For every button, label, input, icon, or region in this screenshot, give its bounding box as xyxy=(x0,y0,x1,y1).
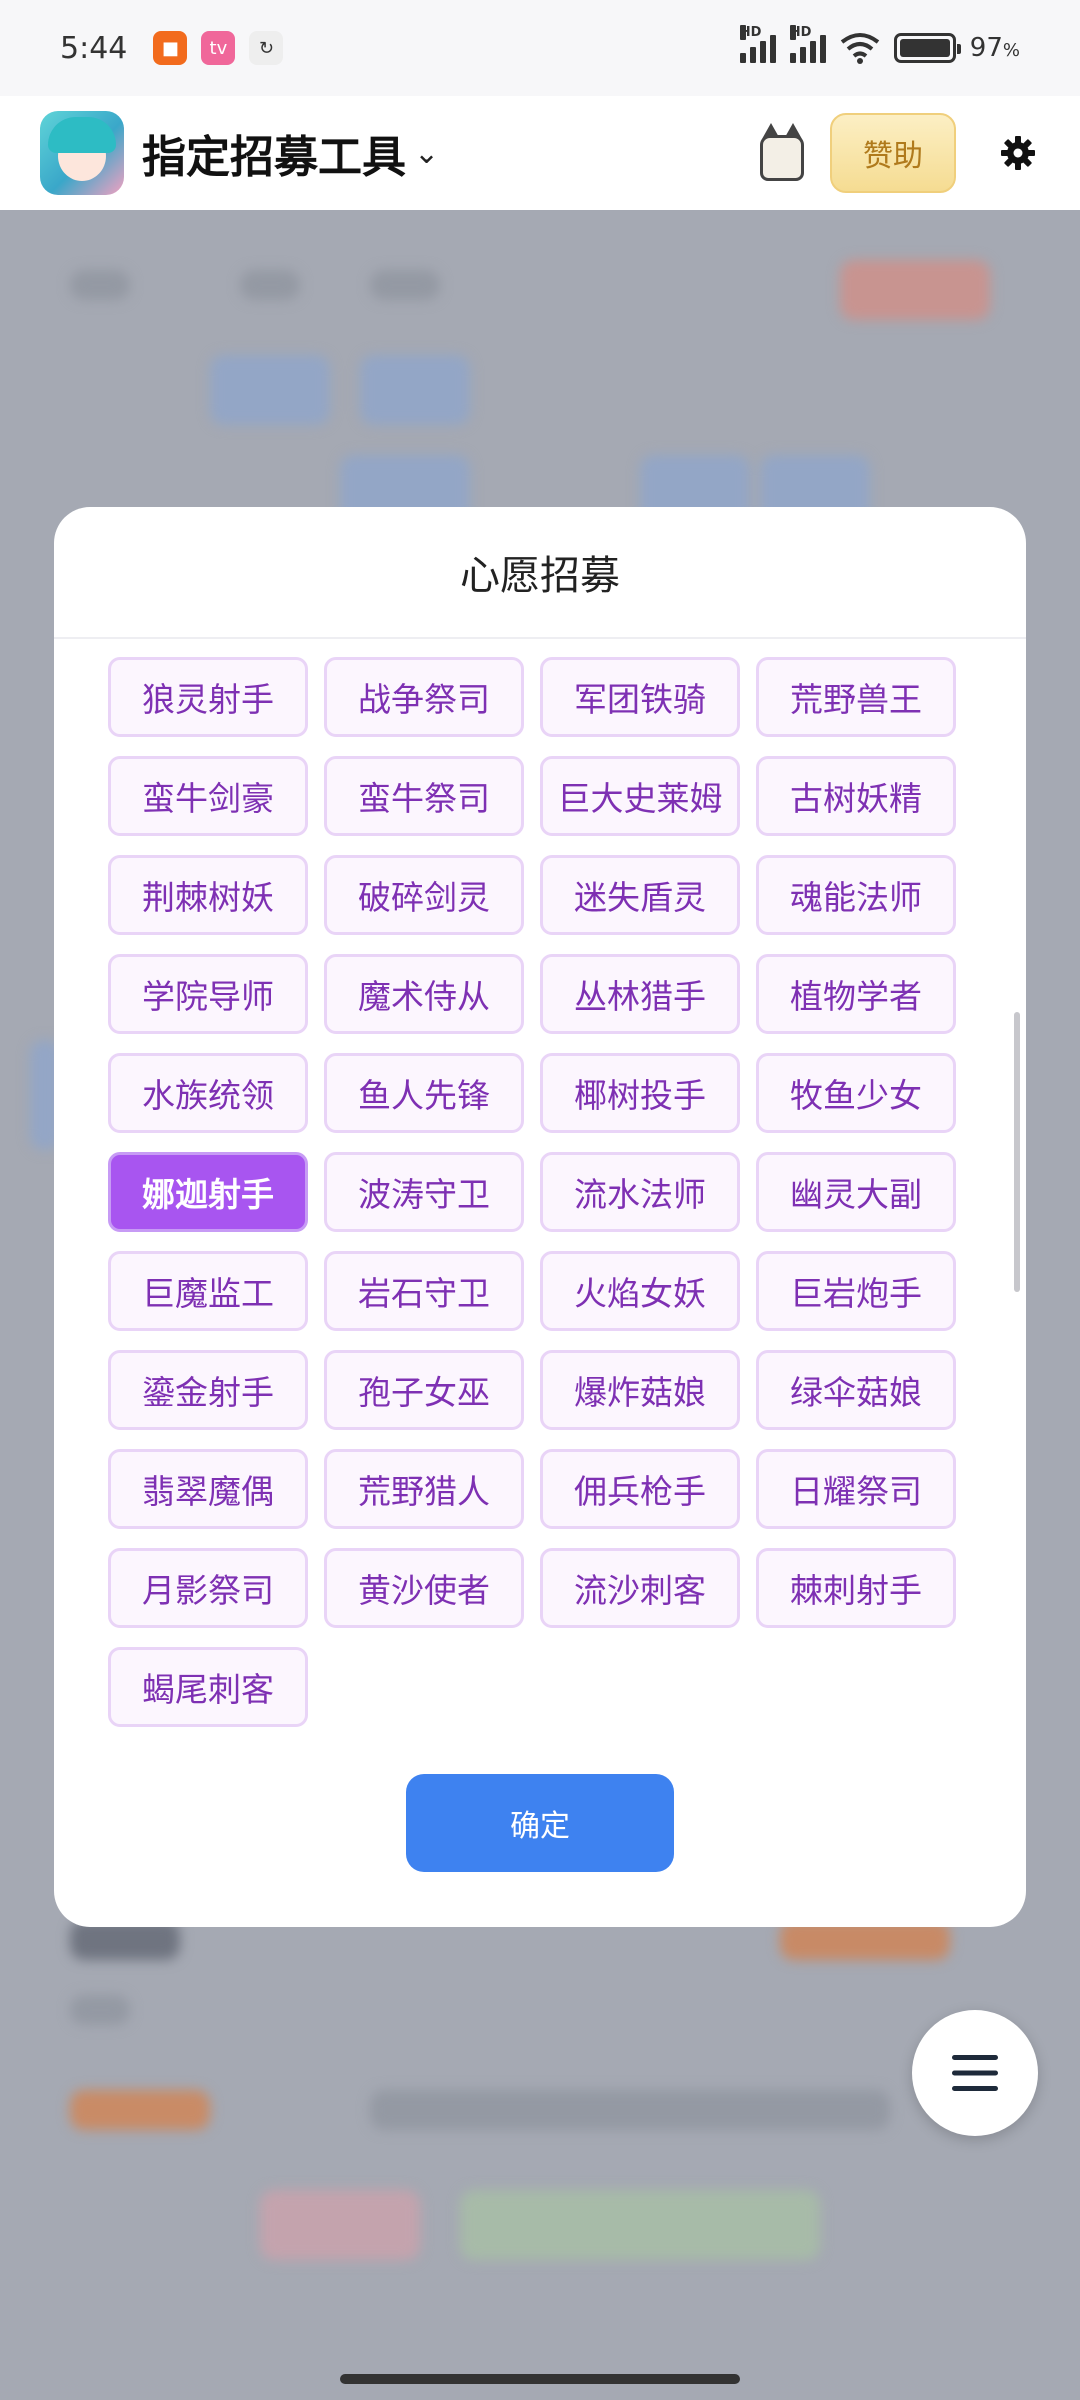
chevron-down-icon[interactable]: ⌄ xyxy=(414,136,439,171)
scrollbar[interactable] xyxy=(1014,1012,1020,1292)
recruit-option-chip[interactable]: 蛮牛祭司 xyxy=(324,756,524,836)
recruit-option-chip[interactable]: 蝎尾刺客 xyxy=(108,1647,308,1727)
bilibili-icon: tv xyxy=(201,31,236,65)
menu-fab[interactable] xyxy=(912,2010,1038,2136)
recruit-option-chip[interactable]: 孢子女巫 xyxy=(324,1350,524,1430)
pixel-cat-icon[interactable] xyxy=(744,115,820,191)
video-app-icon: ■ xyxy=(153,31,188,65)
recruit-option-chip[interactable]: 佣兵枪手 xyxy=(540,1449,740,1529)
status-time: 5:44 xyxy=(60,30,128,66)
battery-level: 97 xyxy=(969,33,1003,63)
recruit-option-chip[interactable]: 月影祭司 xyxy=(108,1548,308,1628)
recruit-option-chip[interactable]: 学院导师 xyxy=(108,954,308,1034)
recruit-option-chip[interactable]: 植物学者 xyxy=(756,954,956,1034)
recruit-option-chip[interactable]: 荆棘树妖 xyxy=(108,855,308,935)
recruit-option-chip[interactable]: 水族统领 xyxy=(108,1053,308,1133)
recruit-options-grid: 狼灵射手 战争祭司 军团铁骑 荒野兽王蛮牛剑豪 蛮牛祭司 巨大史莱姆 古树妖精荆棘树妖 破碎剑… xyxy=(108,657,972,1727)
recruit-option-chip[interactable]: 鱼人先锋 xyxy=(324,1053,524,1133)
tool-title[interactable]: 指定招募工具 xyxy=(142,121,406,185)
recruit-option-chip[interactable]: 黄沙使者 xyxy=(324,1548,524,1628)
recruit-option-chip[interactable]: 魔术侍从 xyxy=(324,954,524,1034)
recruit-option-chip[interactable]: 荒野猎人 xyxy=(324,1449,524,1529)
recruit-option-chip[interactable]: 战争祭司 xyxy=(324,657,524,737)
sponsor-button[interactable]: 赞助 xyxy=(830,113,956,193)
gear-icon[interactable] xyxy=(996,131,1040,175)
home-indicator[interactable] xyxy=(340,2374,740,2384)
battery-unit: % xyxy=(1002,40,1020,61)
wish-recruit-dialog: 心愿招募 狼灵射手 战争祭司 军团铁骑 荒野兽王蛮牛剑豪 蛮牛祭司 巨大史莱姆 古树妖精荆棘… xyxy=(54,507,1026,1927)
recruit-option-chip[interactable]: 娜迦射手 xyxy=(108,1152,308,1232)
app-bar: 指定招募工具 ⌄ 赞助 xyxy=(0,96,1080,210)
recruit-option-chip[interactable]: 火焰女妖 xyxy=(540,1251,740,1331)
recruit-option-chip[interactable]: 蛮牛剑豪 xyxy=(108,756,308,836)
wifi-icon xyxy=(840,33,880,64)
recruit-option-chip[interactable]: 牧鱼少女 xyxy=(756,1053,956,1133)
recruit-option-chip[interactable]: 巨大史莱姆 xyxy=(540,756,740,836)
recruit-option-chip[interactable]: 狼灵射手 xyxy=(108,657,308,737)
signal-icon-2: HD xyxy=(789,25,826,63)
recruit-option-chip[interactable]: 翡翠魔偶 xyxy=(108,1449,308,1529)
recruit-option-chip[interactable]: 军团铁骑 xyxy=(540,657,740,737)
recruit-option-chip[interactable]: 迷失盾灵 xyxy=(540,855,740,935)
sync-app-icon: ↻ xyxy=(249,31,284,65)
recruit-option-chip[interactable]: 破碎剑灵 xyxy=(324,855,524,935)
recruit-option-chip[interactable]: 波涛守卫 xyxy=(324,1152,524,1232)
status-bar: 5:44 ■ tv ↻ HD HD 97% xyxy=(0,0,1080,96)
recruit-option-chip[interactable]: 椰树投手 xyxy=(540,1053,740,1133)
recruit-option-chip[interactable]: 丛林猎手 xyxy=(540,954,740,1034)
dialog-title: 心愿招募 xyxy=(54,507,1026,639)
hamburger-menu-icon xyxy=(952,2055,998,2091)
recruit-option-chip[interactable]: 棘刺射手 xyxy=(756,1548,956,1628)
recruit-option-chip[interactable]: 绿伞菇娘 xyxy=(756,1350,956,1430)
recruit-option-chip[interactable]: 幽灵大副 xyxy=(756,1152,956,1232)
recruit-option-chip[interactable]: 巨岩炮手 xyxy=(756,1251,956,1331)
recruit-option-chip[interactable]: 鎏金射手 xyxy=(108,1350,308,1430)
signal-icon: HD xyxy=(739,25,776,63)
recruit-option-chip[interactable]: 流水法师 xyxy=(540,1152,740,1232)
recruit-option-chip[interactable]: 魂能法师 xyxy=(756,855,956,935)
recruit-option-chip[interactable]: 古树妖精 xyxy=(756,756,956,836)
recruit-option-chip[interactable]: 爆炸菇娘 xyxy=(540,1350,740,1430)
recruit-option-chip[interactable]: 荒野兽王 xyxy=(756,657,956,737)
recruit-option-chip[interactable]: 巨魔监工 xyxy=(108,1251,308,1331)
app-logo[interactable] xyxy=(40,111,124,195)
recruit-option-chip[interactable]: 日耀祭司 xyxy=(756,1449,956,1529)
recruit-option-chip[interactable]: 岩石守卫 xyxy=(324,1251,524,1331)
recruit-option-chip[interactable]: 流沙刺客 xyxy=(540,1548,740,1628)
battery-icon xyxy=(893,33,961,63)
confirm-button[interactable]: 确定 xyxy=(406,1774,674,1872)
